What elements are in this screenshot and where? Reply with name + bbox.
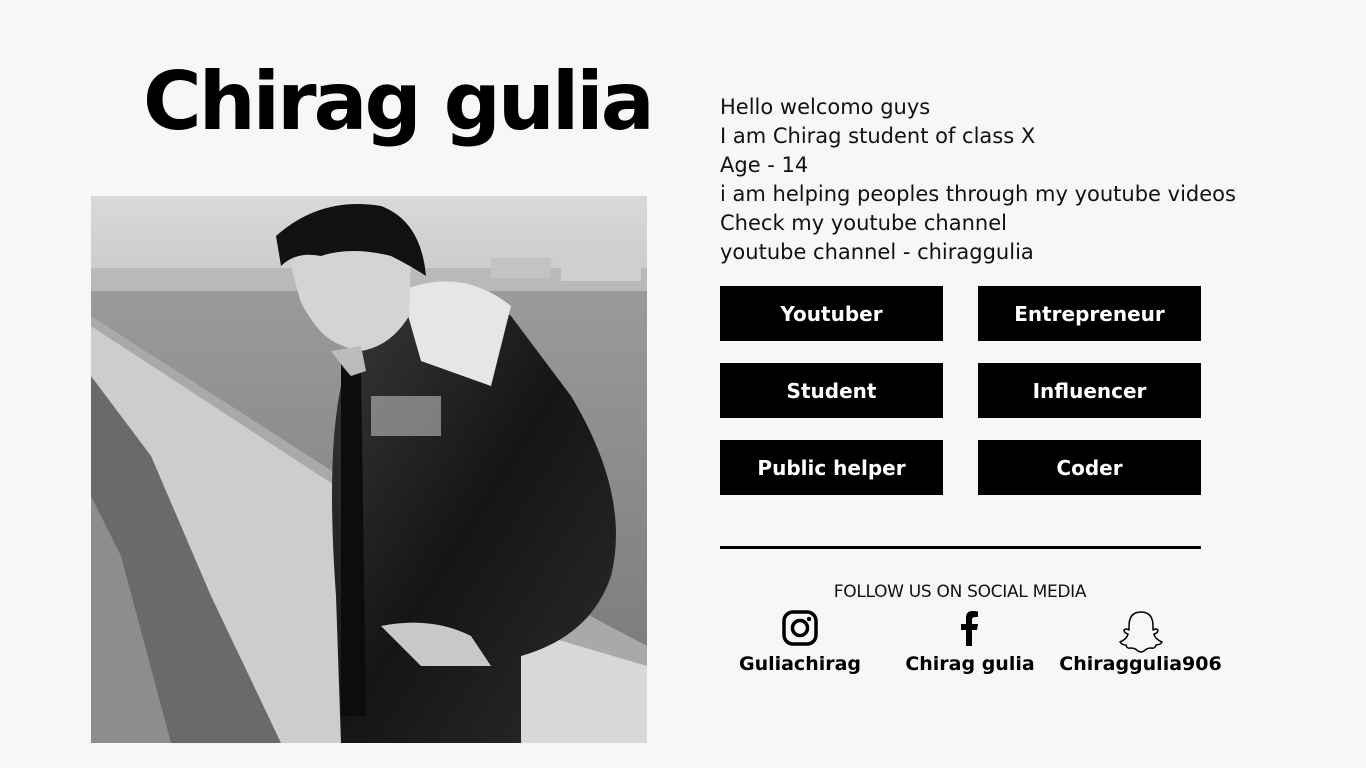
- instagram-link[interactable]: Guliachirag: [730, 610, 870, 675]
- bio-text: Hello welcomo guys I am Chirag student o…: [720, 93, 1280, 267]
- snapchat-icon: [1058, 610, 1223, 659]
- youtuber-button[interactable]: Youtuber: [720, 286, 943, 341]
- bio-line: Age - 14: [720, 153, 809, 177]
- bio-line: I am Chirag student of class X: [720, 124, 1036, 148]
- snapchat-link[interactable]: Chiraggulia906: [1058, 610, 1223, 675]
- coder-button[interactable]: Coder: [978, 440, 1201, 495]
- entrepreneur-button[interactable]: Entrepreneur: [978, 286, 1201, 341]
- student-button[interactable]: Student: [720, 363, 943, 418]
- social-heading: FOLLOW US ON SOCIAL MEDIA: [833, 582, 1087, 602]
- facebook-link[interactable]: Chirag gulia: [895, 610, 1045, 675]
- bio-line: Check my youtube channel: [720, 211, 1007, 235]
- public-helper-button[interactable]: Public helper: [720, 440, 943, 495]
- bio-line: i am helping peoples through my youtube …: [720, 182, 1236, 206]
- facebook-icon: [895, 610, 1045, 651]
- bio-line: Hello welcomo guys: [720, 95, 931, 119]
- bio-line: youtube channel - chiraggulia: [720, 240, 1034, 264]
- instagram-handle: Guliachirag: [738, 653, 862, 675]
- page-title: Chirag gulia: [143, 55, 655, 148]
- snapchat-handle: Chiraggulia906: [1059, 653, 1222, 675]
- facebook-handle: Chirag gulia: [905, 653, 1035, 675]
- influencer-button[interactable]: Influencer: [978, 363, 1201, 418]
- instagram-icon: [730, 610, 870, 651]
- section-divider: [720, 546, 1201, 549]
- profile-photo: [91, 196, 647, 743]
